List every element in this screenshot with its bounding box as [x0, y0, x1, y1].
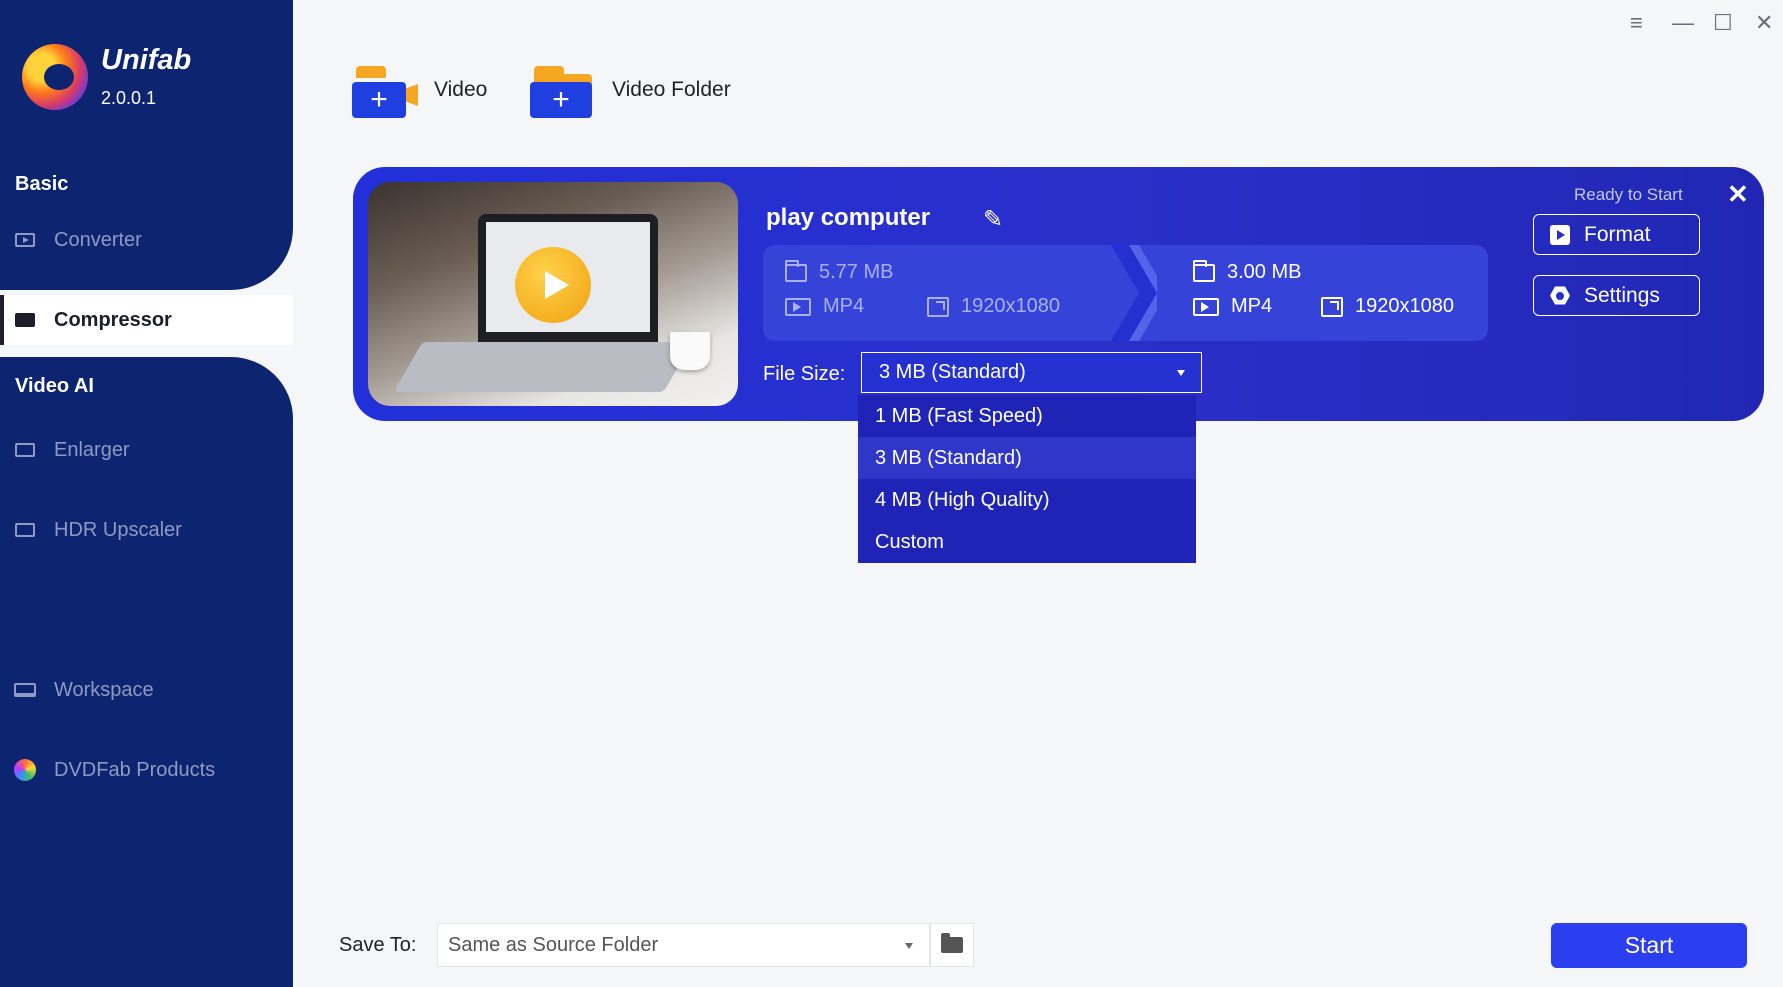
- sidebar-item-workspace[interactable]: Workspace: [0, 665, 293, 715]
- monitor-icon: [14, 682, 36, 698]
- gear-icon: [1550, 286, 1570, 305]
- file-size-dropdown: 1 MB (Fast Speed) 3 MB (Standard) 4 MB (…: [858, 395, 1196, 563]
- edit-icon[interactable]: ✎: [983, 205, 1003, 234]
- output-resolution: 1920x1080: [1321, 295, 1454, 318]
- file-size-select[interactable]: 3 MB (Standard): [861, 352, 1202, 393]
- sidebar-item-dvdfab-products[interactable]: DVDFab Products: [0, 745, 293, 795]
- remove-task-close-icon[interactable]: ✕: [1727, 179, 1749, 210]
- sidebar-item-enlarger[interactable]: Enlarger: [0, 425, 293, 475]
- hdr-icon: [14, 522, 36, 538]
- sidebar-item-label: HDR Upscaler: [54, 518, 182, 541]
- add-video-icon: +: [352, 62, 418, 118]
- dropdown-option-1mb[interactable]: 1 MB (Fast Speed): [858, 395, 1196, 437]
- sidebar-top-panel: Unifab 2.0.0.1 Basic Converter: [0, 0, 293, 290]
- task-status: Ready to Start: [1574, 185, 1683, 204]
- chevron-down-icon: [1177, 370, 1185, 376]
- maximize-icon[interactable]: ☐: [1713, 10, 1733, 36]
- sidebar-item-label: Converter: [54, 228, 142, 251]
- dropdown-option-custom[interactable]: Custom: [858, 521, 1196, 563]
- source-format: MP4: [785, 295, 864, 318]
- source-size: 5.77 MB: [785, 259, 893, 284]
- add-video-button[interactable]: + Video: [352, 62, 487, 118]
- file-icon: [785, 259, 807, 282]
- file-size-label: File Size:: [763, 363, 846, 385]
- browse-folder-button[interactable]: [930, 923, 974, 967]
- enlarger-icon: [14, 442, 36, 458]
- settings-button[interactable]: Settings: [1533, 275, 1700, 316]
- close-icon[interactable]: ✕: [1755, 10, 1773, 36]
- resolution-icon: [927, 296, 949, 317]
- app-version: 2.0.0.1: [101, 88, 157, 108]
- converter-icon: [14, 232, 36, 248]
- save-to-select[interactable]: Same as Source Folder: [437, 923, 930, 967]
- save-to-value: Same as Source Folder: [448, 933, 659, 956]
- dropdown-option-4mb[interactable]: 4 MB (High Quality): [858, 479, 1196, 521]
- folder-icon: [941, 933, 963, 953]
- source-resolution: 1920x1080: [927, 295, 1060, 318]
- output-format: MP4: [1193, 295, 1272, 318]
- section-title-video-ai: Video AI: [15, 375, 94, 397]
- file-icon: [1193, 259, 1215, 282]
- video-thumbnail[interactable]: [368, 182, 738, 406]
- sidebar-item-label: DVDFab Products: [54, 758, 216, 781]
- video-format-icon: [1193, 297, 1219, 316]
- menu-icon[interactable]: ≡: [1630, 10, 1643, 36]
- app-name: Unifab: [101, 44, 192, 76]
- add-folder-label: Video Folder: [612, 78, 731, 101]
- save-to-label: Save To:: [339, 934, 417, 956]
- dvdfab-icon: [14, 759, 36, 781]
- minimize-icon[interactable]: —: [1672, 10, 1694, 36]
- unifab-logo-icon: [22, 44, 88, 110]
- add-video-label: Video: [434, 78, 488, 101]
- sidebar-item-compressor[interactable]: Compressor: [0, 295, 293, 345]
- sidebar-item-label: Workspace: [54, 678, 154, 701]
- sidebar-item-hdr-upscaler[interactable]: HDR Upscaler: [0, 505, 293, 555]
- output-size: 3.00 MB: [1193, 259, 1301, 284]
- sidebar-bottom-panel: Video AI Enlarger HDR Upscaler Workspace…: [0, 357, 293, 987]
- section-title-basic: Basic: [15, 173, 69, 195]
- sidebar: Unifab 2.0.0.1 Basic Converter Compresso…: [0, 0, 293, 987]
- start-button[interactable]: Start: [1551, 923, 1747, 968]
- sidebar-item-converter[interactable]: Converter: [0, 215, 293, 265]
- play-icon[interactable]: [515, 247, 591, 323]
- arrow-right-icon: [1111, 245, 1157, 341]
- compressor-icon: [14, 312, 36, 328]
- task-card: play computer ✎ Ready to Start ✕ 5.77 MB…: [353, 167, 1764, 421]
- format-icon: [1550, 224, 1570, 245]
- add-video-folder-button[interactable]: + Video Folder: [530, 62, 731, 118]
- chevron-down-icon: [905, 943, 913, 949]
- dropdown-option-3mb[interactable]: 3 MB (Standard): [858, 437, 1196, 479]
- format-button[interactable]: Format: [1533, 214, 1700, 255]
- file-size-value: 3 MB (Standard): [879, 361, 1026, 383]
- sidebar-item-label: Compressor: [54, 308, 172, 331]
- sidebar-item-label: Enlarger: [54, 438, 130, 461]
- task-title: play computer: [766, 204, 931, 231]
- file-info-panel: 5.77 MB MP4 1920x1080 3.00 MB MP4 1920x1…: [763, 245, 1488, 341]
- resolution-icon: [1321, 296, 1343, 317]
- video-format-icon: [785, 297, 811, 316]
- add-folder-icon: +: [530, 62, 596, 118]
